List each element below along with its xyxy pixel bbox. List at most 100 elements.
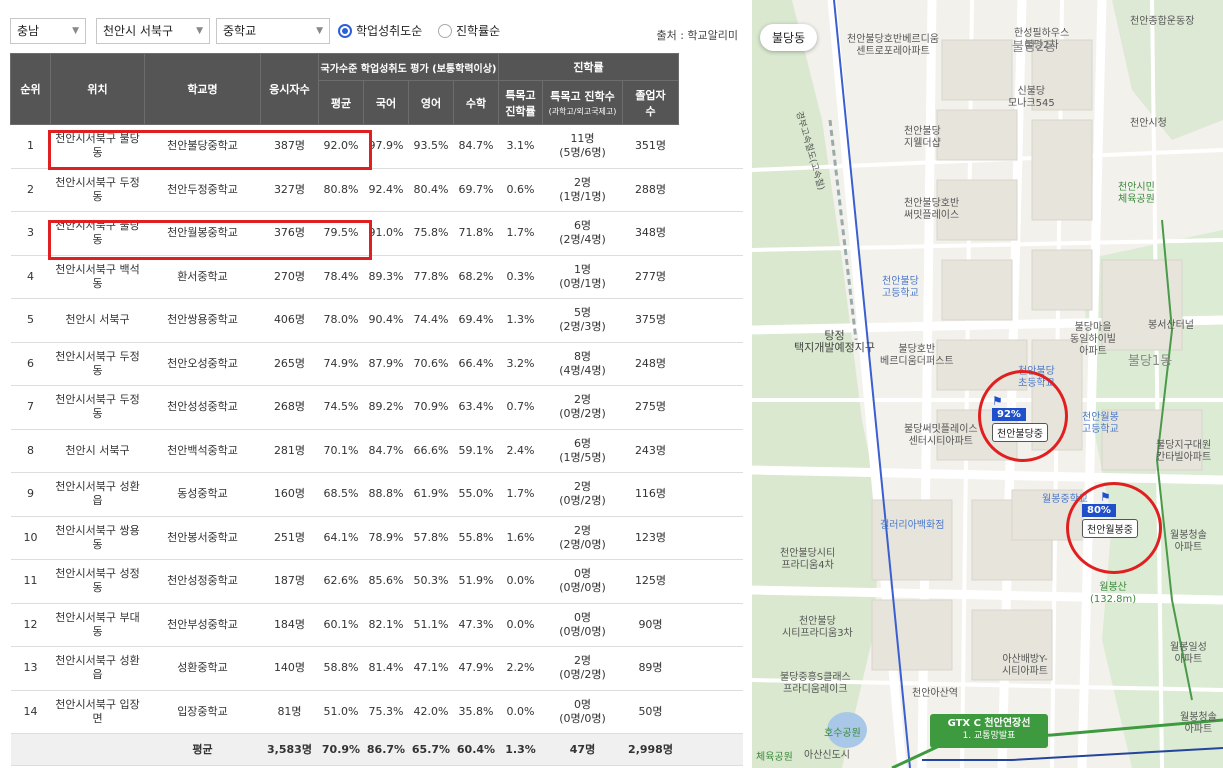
special-count-value: 6명: [573, 436, 592, 450]
special-count-value: 2명: [573, 654, 592, 668]
special-count-value: 8명: [573, 349, 592, 363]
cell-rank: 4: [10, 255, 51, 299]
cell-korean: 89.2%: [363, 385, 409, 430]
table-row[interactable]: 10 천안시서북구 쌍용동 천안봉서중학교 251명 64.1% 78.9% 57.8% 55…: [10, 516, 743, 560]
region-badge[interactable]: 불당동: [760, 24, 818, 51]
header-achievement-group: 국가수준 학업성취도 평가 (보통학력이상): [318, 53, 499, 81]
radio-achievement[interactable]: 학업성취도순: [338, 23, 422, 39]
map-label[interactable]: 불당써밋플레이스 센터시티아파트: [904, 424, 978, 448]
table-row[interactable]: 14 천안시서북구 입장면 입장중학교 81명 51.0% 75.3% 42.0% 35.8%…: [10, 690, 743, 734]
cell-takers: 251명: [260, 516, 319, 560]
map-label[interactable]: 불당마을 동일하이빌 아파트: [1070, 322, 1116, 358]
map-label[interactable]: 천안종합운동장: [1130, 16, 1194, 28]
table-row[interactable]: 2 천안시서북구 두정동 천안두정중학교 327명 80.8% 92.4% 80.4% 69.…: [10, 168, 743, 212]
header-math: 수학: [453, 80, 499, 125]
map-label: 아산신도시: [804, 750, 850, 761]
table-row[interactable]: 6 천안시서북구 두정동 천안오성중학교 265명 74.9% 87.9% 70.6% 66.…: [10, 342, 743, 386]
special-count-detail: (0명/0명): [559, 624, 606, 638]
table-row[interactable]: 5 천안시 서북구 천안쌍용중학교 406명 78.0% 90.4% 74.4% 69.4% 1…: [10, 298, 743, 343]
table-row[interactable]: 7 천안시서북구 두정동 천안성성중학교 268명 74.5% 89.2% 70.9% 63.…: [10, 385, 743, 430]
cell-special-count: 6명 (1명/5명): [542, 429, 623, 473]
map-label[interactable]: 월봉산 (132.8m): [1090, 582, 1136, 606]
chevron-down-icon: ▼: [316, 26, 323, 36]
cell-korean: 85.6%: [363, 559, 409, 604]
header-average: 평균: [318, 80, 364, 125]
map-panel[interactable]: 불당동 천안불당호반베르디움 센트로포레아파트 한성필하우스 불당2차 불당2동 신…: [752, 0, 1223, 768]
table-row[interactable]: 4 천안시서북구 백석동 환서중학교 270명 78.4% 89.3% 77.8% 68.2%…: [10, 255, 743, 299]
special-count-value: 11명: [570, 132, 595, 146]
average-cell-takers: 3,583명: [260, 733, 319, 766]
special-count-detail: (0명/2명): [559, 494, 606, 508]
map-label[interactable]: 천안시청: [1130, 118, 1167, 130]
header-rank: 순위: [10, 53, 51, 125]
cell-english: 80.4%: [408, 168, 454, 212]
cell-padding: [678, 516, 743, 560]
gtx-subtitle: 1. 교통망발표: [962, 731, 1016, 741]
map-label[interactable]: 천안월봉 고등학교: [1082, 412, 1119, 436]
cell-english: 47.1%: [408, 646, 454, 691]
map-label[interactable]: 월봉청솔 아파트: [1170, 530, 1207, 554]
map-label[interactable]: 천안아산역: [912, 688, 958, 700]
cell-rank: 1: [10, 124, 51, 169]
map-label[interactable]: 천안불당호반 써밋플레이스: [904, 198, 959, 222]
map-label[interactable]: 불당중흥S클래스 프라디움레이크: [780, 672, 851, 696]
cell-math: 71.8%: [453, 211, 499, 256]
map-label[interactable]: 월봉일성 아파트: [1170, 642, 1207, 666]
gtx-badge[interactable]: GTX C 천안연장선 1. 교통망발표: [930, 714, 1048, 748]
table-row[interactable]: 11 천안시서북구 성정동 천안성정중학교 187명 62.6% 85.6% 50.3% 51…: [10, 559, 743, 604]
cell-math: 84.7%: [453, 124, 499, 169]
school-level-select[interactable]: 중학교 ▼: [216, 18, 330, 44]
map-label[interactable]: 불당지구대원 칸타빌아파트: [1156, 440, 1211, 464]
map-label[interactable]: 불당호반 베르디움더퍼스트: [880, 344, 954, 368]
map-label[interactable]: 천안불당시티 프라디움4차: [780, 548, 835, 572]
special-count-value: 2명: [573, 393, 592, 407]
school-level-select-value: 중학교: [223, 24, 257, 38]
cell-special-rate: 1.6%: [498, 516, 543, 560]
map-label[interactable]: 천안시민 체육공원: [1118, 182, 1155, 206]
map-label[interactable]: 천안불당 지웰더샵: [904, 126, 941, 150]
special-count-value: 0명: [573, 697, 592, 711]
map-label[interactable]: 천안불당호반베르디움 센트로포레아파트: [847, 34, 939, 58]
cell-takers: 406명: [260, 298, 319, 343]
cell-graduates: 288명: [622, 168, 679, 212]
map-label[interactable]: 월봉청솔 아파트: [1180, 712, 1217, 736]
chevron-down-icon: ▼: [196, 26, 203, 36]
map-label[interactable]: 천안불당 시티프라디움3차: [782, 616, 853, 640]
cell-rank: 10: [10, 516, 51, 560]
cell-english: 75.8%: [408, 211, 454, 256]
cell-school: 입장중학교: [144, 690, 261, 734]
cell-rank: 8: [10, 429, 51, 473]
table-row[interactable]: 13 천안시서북구 성환읍 성환중학교 140명 58.8% 81.4% 47.1% 47.9…: [10, 646, 743, 691]
highlight-box-row-3: [48, 220, 372, 260]
map-label[interactable]: 체육공원: [756, 752, 793, 764]
cell-rank: 12: [10, 603, 51, 647]
district-select[interactable]: 천안시 서북구 ▼: [96, 18, 210, 44]
average-cell-math: 60.4%: [453, 733, 499, 766]
cell-average: 58.8%: [318, 646, 364, 691]
cell-special-rate: 1.3%: [498, 298, 543, 343]
map-label[interactable]: 호수공원: [824, 728, 861, 740]
table-row[interactable]: 9 천안시서북구 성환읍 동성중학교 160명 68.5% 88.8% 61.9% 55.0%…: [10, 472, 743, 517]
cell-school: 천안오성중학교: [144, 342, 261, 386]
map-label[interactable]: 갤러리아백화점: [880, 520, 944, 532]
cell-english: 66.6%: [408, 429, 454, 473]
cell-english: 70.6%: [408, 342, 454, 386]
ranking-panel: 충남 ▼ 천안시 서북구 ▼ 중학교 ▼ 학업성취도순 진학률순 출처 : 학교…: [0, 0, 752, 768]
radio-advancement[interactable]: 진학률순: [438, 23, 500, 39]
cell-korean: 92.4%: [363, 168, 409, 212]
map-label[interactable]: 천안불당 고등학교: [882, 276, 919, 300]
map-label: 탕정 택지개발예정지구: [794, 329, 875, 354]
cell-korean: 89.3%: [363, 255, 409, 299]
table-row[interactable]: 8 천안시 서북구 천안백석중학교 281명 70.1% 84.7% 66.6% 59.1% 2…: [10, 429, 743, 473]
cell-english: 57.8%: [408, 516, 454, 560]
cell-rank: 2: [10, 168, 51, 212]
province-select[interactable]: 충남 ▼: [10, 18, 86, 44]
cell-takers: 265명: [260, 342, 319, 386]
special-count-detail: (0명/2명): [559, 407, 606, 421]
map-label[interactable]: 신불당 모나크545: [1008, 86, 1055, 110]
special-count-value: 6명: [573, 219, 592, 233]
cell-korean: 84.7%: [363, 429, 409, 473]
cell-takers: 281명: [260, 429, 319, 473]
table-row[interactable]: 12 천안시서북구 부대동 천안부성중학교 184명 60.1% 82.1% 51.1% 47…: [10, 603, 743, 647]
map-label[interactable]: 아산배방Y- 시티아파트: [1002, 654, 1048, 678]
